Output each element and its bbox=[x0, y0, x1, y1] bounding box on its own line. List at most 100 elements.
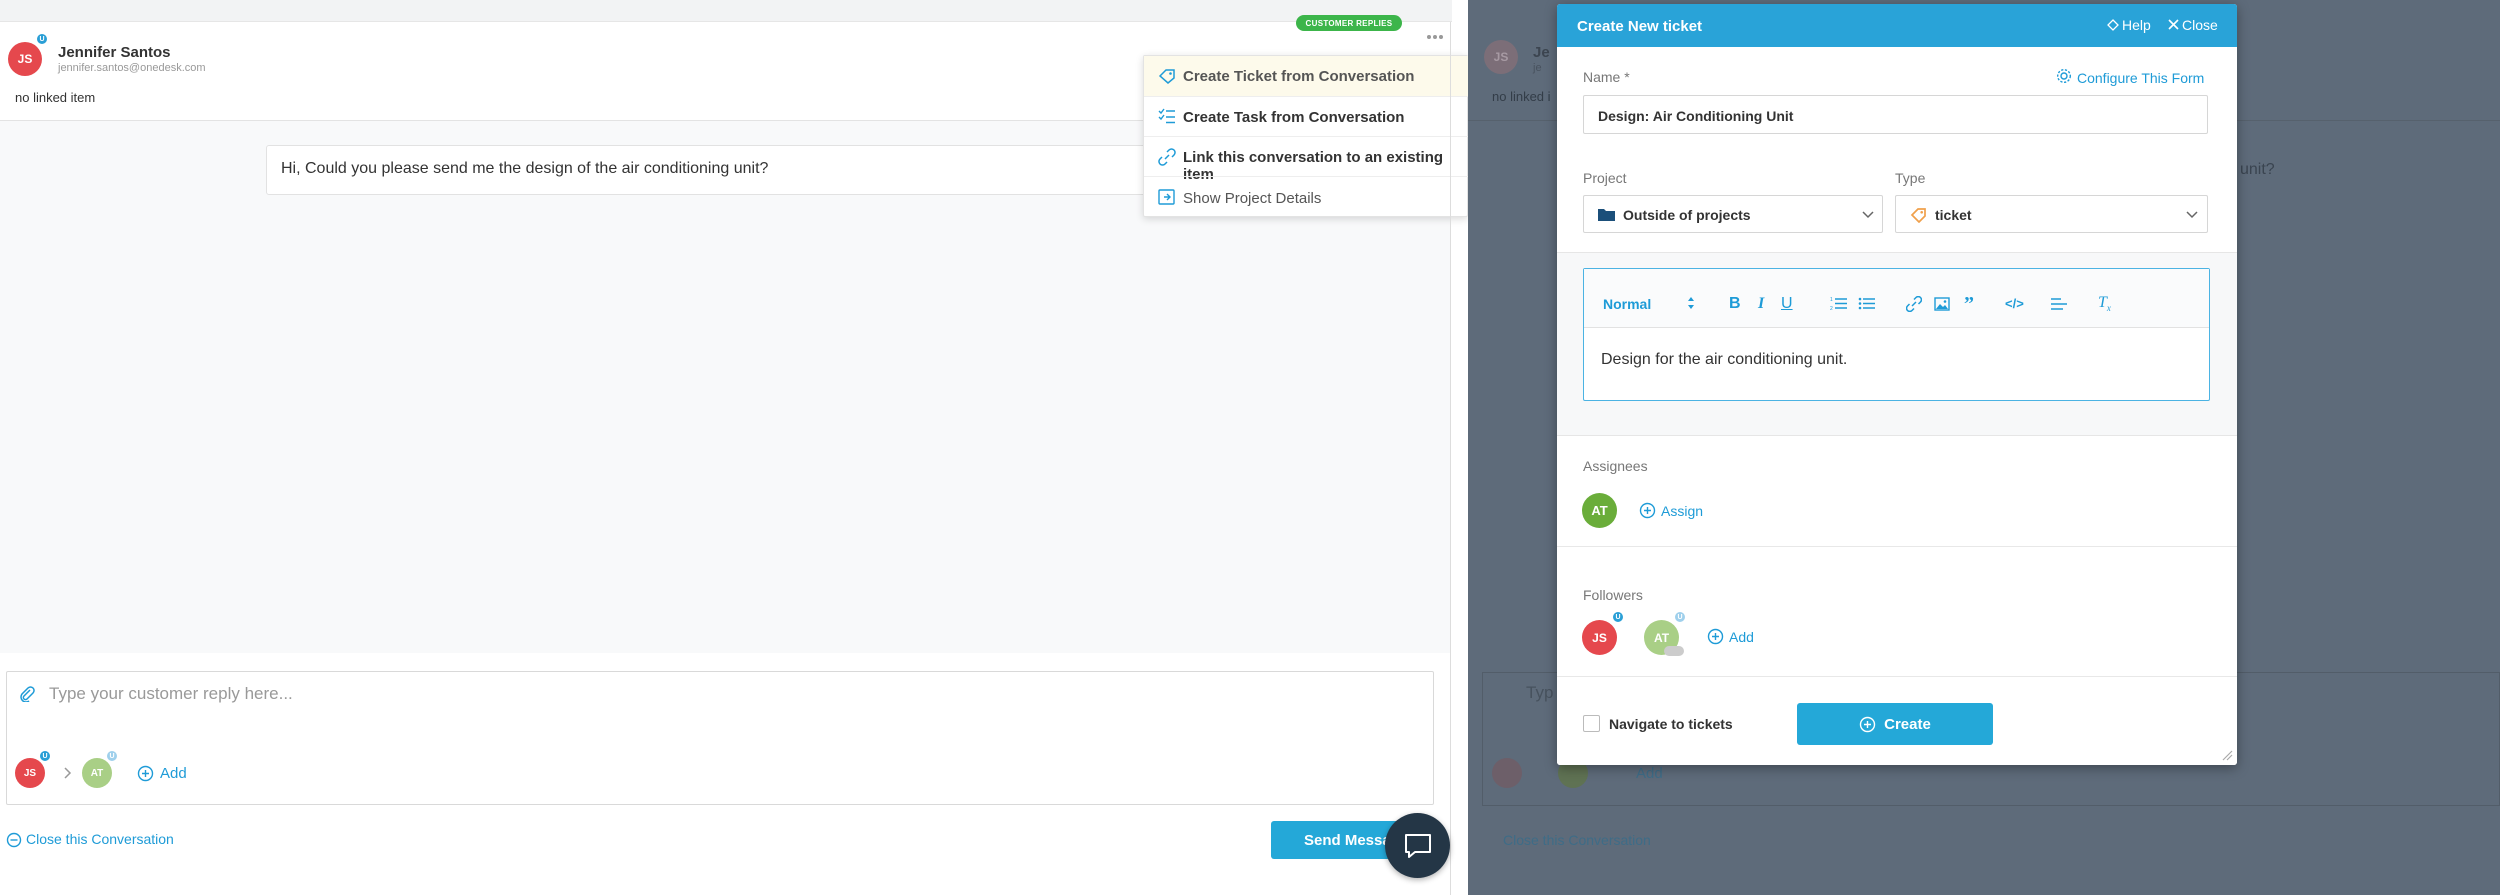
follower-avatar[interactable]: JS bbox=[1582, 620, 1617, 655]
customer-replies-badge: CUSTOMER REPLIES bbox=[1296, 15, 1402, 31]
top-strip bbox=[0, 0, 1452, 22]
chevron-down-icon bbox=[1862, 211, 1874, 219]
minus-circle-icon[interactable] bbox=[6, 832, 22, 848]
rich-text-editor[interactable]: Normal B I U 12 ” </> Tx Design for the … bbox=[1583, 268, 2210, 401]
help-button[interactable]: Help bbox=[2122, 17, 2151, 33]
menu-item-label: Show Project Details bbox=[1183, 190, 1322, 207]
configure-form-link[interactable]: Configure This Form bbox=[2077, 70, 2204, 86]
menu-item-link-conversation[interactable]: Link this conversation to an existing it… bbox=[1144, 136, 1469, 183]
to-avatar[interactable]: AT bbox=[82, 758, 112, 788]
assignees-label: Assignees bbox=[1583, 458, 1648, 474]
name-input[interactable]: Design: Air Conditioning Unit bbox=[1583, 95, 2208, 134]
quote-icon[interactable]: ” bbox=[1964, 293, 1974, 316]
chevron-right-icon bbox=[64, 767, 72, 779]
panel-divider bbox=[1450, 22, 1451, 895]
follower-avatar-badge: U bbox=[1611, 610, 1625, 624]
create-button[interactable]: Create bbox=[1797, 703, 1993, 745]
modal-header: Create New ticket Help Close bbox=[1557, 4, 2237, 47]
add-follower-button[interactable]: Add bbox=[1729, 629, 1754, 645]
message-text: Hi, Could you please send me the design … bbox=[281, 160, 769, 177]
type-select-value: ticket bbox=[1935, 207, 1972, 223]
assign-button[interactable]: Assign bbox=[1661, 503, 1703, 519]
create-ticket-modal: Create New ticket Help Close Name * Conf… bbox=[1557, 4, 2237, 765]
underline-icon[interactable]: U bbox=[1781, 295, 1793, 313]
backdrop-close: Close this Conversation bbox=[1503, 832, 1651, 848]
type-select[interactable]: ticket bbox=[1895, 195, 2208, 233]
editor-content: Design for the air conditioning unit. bbox=[1601, 351, 1848, 368]
create-button-label: Create bbox=[1884, 715, 1931, 733]
chat-widget-button[interactable] bbox=[1385, 813, 1450, 878]
backdrop-reply-text: Typ bbox=[1526, 683, 1554, 702]
ellipsis-icon[interactable] bbox=[1425, 32, 1445, 42]
bullet-list-icon[interactable] bbox=[1858, 296, 1875, 311]
link-icon[interactable] bbox=[1906, 296, 1922, 312]
clear-format-icon[interactable]: Tx bbox=[2098, 294, 2111, 313]
format-select[interactable]: Normal bbox=[1603, 296, 1651, 312]
external-icon bbox=[1158, 189, 1176, 205]
add-participant-button[interactable]: Add bbox=[160, 765, 187, 782]
to-avatar-badge: U bbox=[105, 749, 119, 763]
follower-status-pill bbox=[1664, 646, 1684, 656]
add-participant-icon[interactable] bbox=[137, 765, 154, 782]
menu-item-label: Create Task from Conversation bbox=[1183, 109, 1405, 126]
backdrop-message: unit? bbox=[2240, 161, 2275, 178]
task-list-icon bbox=[1158, 108, 1176, 124]
link-icon bbox=[1158, 148, 1176, 166]
customer-avatar-badge: U bbox=[35, 32, 49, 46]
customer-email: jennifer.santos@onedesk.com bbox=[58, 62, 206, 74]
name-input-value: Design: Air Conditioning Unit bbox=[1598, 108, 1794, 124]
ordered-list-icon[interactable]: 12 bbox=[1830, 296, 1847, 311]
backdrop-avatar: JS bbox=[1484, 40, 1518, 74]
gear-icon[interactable] bbox=[2056, 68, 2072, 84]
image-icon[interactable] bbox=[1934, 297, 1950, 311]
ticket-icon bbox=[1158, 68, 1176, 84]
backdrop-name: Je bbox=[1533, 44, 1550, 61]
menu-item-label: Create Ticket from Conversation bbox=[1183, 68, 1415, 85]
svg-text:2: 2 bbox=[1830, 306, 1833, 311]
assign-plus-icon[interactable] bbox=[1639, 502, 1656, 519]
svg-text:1: 1 bbox=[1830, 297, 1833, 303]
modal-title: Create New ticket bbox=[1577, 18, 1703, 35]
code-icon[interactable]: </> bbox=[2005, 296, 2024, 311]
follower-avatar-badge: U bbox=[1673, 610, 1687, 624]
menu-item-show-project[interactable]: Show Project Details bbox=[1144, 176, 1469, 218]
menu-item-create-ticket[interactable]: Create Ticket from Conversation bbox=[1144, 56, 1469, 96]
paperclip-icon[interactable] bbox=[19, 686, 35, 702]
navigate-checkbox[interactable] bbox=[1583, 715, 1600, 732]
backdrop-linked: no linked i bbox=[1492, 89, 1551, 104]
close-button[interactable]: Close bbox=[2182, 17, 2218, 33]
help-icon[interactable] bbox=[2107, 19, 2119, 31]
project-select[interactable]: Outside of projects bbox=[1583, 195, 1883, 233]
align-icon[interactable] bbox=[2051, 297, 2067, 311]
reply-placeholder: Type your customer reply here... bbox=[49, 684, 293, 703]
project-label: Project bbox=[1583, 170, 1627, 186]
bold-icon[interactable]: B bbox=[1729, 295, 1741, 313]
folder-icon bbox=[1598, 208, 1615, 221]
backdrop-from-avatar bbox=[1492, 758, 1522, 788]
from-avatar[interactable]: JS bbox=[15, 758, 45, 788]
chevron-down-icon bbox=[2186, 211, 2198, 219]
chat-bubble-icon bbox=[1403, 832, 1433, 860]
reply-box[interactable]: Type your customer reply here... JS U AT… bbox=[6, 671, 1434, 805]
add-follower-icon[interactable] bbox=[1707, 628, 1724, 645]
italic-icon[interactable]: I bbox=[1758, 295, 1764, 313]
type-label: Type bbox=[1895, 170, 1926, 186]
menu-item-create-task[interactable]: Create Task from Conversation bbox=[1144, 96, 1469, 136]
name-label: Name * bbox=[1583, 69, 1630, 85]
customer-avatar: JS bbox=[8, 42, 42, 76]
conversation-actions-menu: Create Ticket from Conversation Create T… bbox=[1143, 55, 1469, 218]
assignee-avatar[interactable]: AT bbox=[1582, 493, 1617, 528]
navigate-label: Navigate to tickets bbox=[1609, 716, 1733, 732]
backdrop-email: je bbox=[1533, 62, 1542, 74]
resize-handle-icon[interactable] bbox=[2221, 749, 2233, 761]
plus-circle-icon bbox=[1859, 716, 1876, 733]
editor-toolbar: Normal B I U 12 ” </> Tx bbox=[1584, 269, 2209, 328]
updown-icon bbox=[1687, 296, 1695, 310]
conversation-panel: CUSTOMER REPLIES JS U Jennifer Santos je… bbox=[0, 0, 1469, 895]
customer-name: Jennifer Santos bbox=[58, 44, 171, 61]
project-select-value: Outside of projects bbox=[1623, 207, 1751, 223]
close-icon[interactable] bbox=[2168, 19, 2179, 30]
section-divider bbox=[1557, 546, 2237, 547]
close-conversation-link[interactable]: Close this Conversation bbox=[26, 831, 174, 847]
followers-label: Followers bbox=[1583, 587, 1643, 603]
